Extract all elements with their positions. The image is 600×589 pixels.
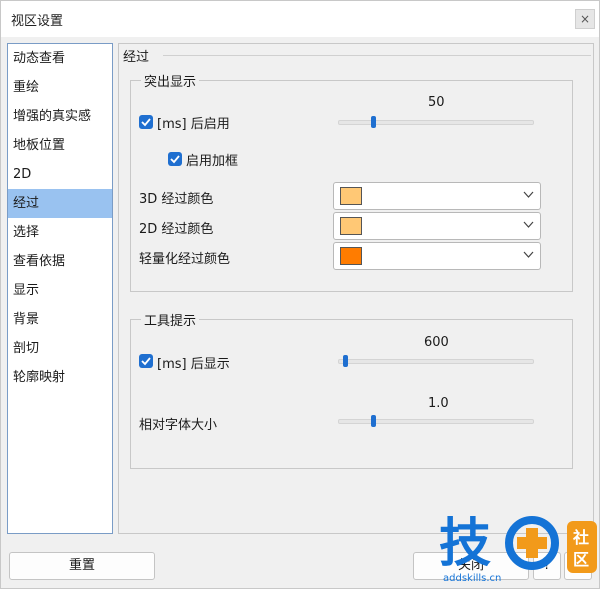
color-light-swatch bbox=[340, 247, 362, 265]
enable-after-slider[interactable] bbox=[338, 116, 534, 128]
settings-panel: 经过 突出显示 50 [ms] 后启用 启用加框 3D 经过颜色 2D 经过颜色 bbox=[118, 43, 594, 534]
highlight-group: 突出显示 50 [ms] 后启用 启用加框 3D 经过颜色 2D 经过颜色 轻量… bbox=[130, 71, 573, 292]
enable-after-label: [ms] 后启用 bbox=[157, 117, 230, 132]
chevron-down-icon bbox=[523, 221, 534, 228]
chevron-down-icon bbox=[523, 191, 534, 198]
close-icon[interactable]: × bbox=[575, 9, 595, 29]
sidebar-item-enhanced-realism[interactable]: 增强的真实感 bbox=[8, 102, 112, 131]
svg-text:社: 社 bbox=[572, 528, 589, 547]
color-light-label: 轻量化经过颜色 bbox=[139, 252, 231, 267]
enable-after-value: 50 bbox=[428, 95, 445, 110]
panel-divider bbox=[163, 55, 591, 56]
show-after-label: [ms] 后显示 bbox=[157, 357, 230, 372]
sidebar-item-background[interactable]: 背景 bbox=[8, 305, 112, 334]
settings-dialog: 视区设置 × 动态查看 重绘 增强的真实感 地板位置 2D 经过 选择 查看依据… bbox=[0, 0, 600, 589]
reset-button[interactable]: 重置 bbox=[9, 552, 155, 580]
title-bar: 视区设置 × bbox=[1, 1, 599, 37]
panel-title: 经过 bbox=[121, 46, 152, 65]
show-after-checkbox[interactable] bbox=[139, 354, 153, 368]
font-size-label: 相对字体大小 bbox=[139, 418, 218, 433]
window-title: 视区设置 bbox=[11, 14, 64, 29]
bbox-label: 启用加框 bbox=[186, 154, 239, 169]
category-list[interactable]: 动态查看 重绘 增强的真实感 地板位置 2D 经过 选择 查看依据 显示 背景 … bbox=[7, 43, 113, 534]
color-3d-label: 3D 经过颜色 bbox=[139, 192, 214, 207]
color-light-dropdown[interactable] bbox=[333, 242, 541, 270]
watermark-graphic: 技 社 区 addskills.cn bbox=[439, 514, 597, 584]
tooltip-group-title: 工具提示 bbox=[141, 310, 200, 329]
font-size-value: 1.0 bbox=[428, 396, 449, 411]
sidebar-item-navigation[interactable]: 动态查看 bbox=[8, 44, 112, 73]
sidebar-item-selection[interactable]: 选择 bbox=[8, 218, 112, 247]
sidebar-item-view-basis[interactable]: 查看依据 bbox=[8, 247, 112, 276]
tooltip-group: 工具提示 600 [ms] 后显示 1.0 相对字体大小 bbox=[130, 310, 573, 469]
highlight-group-title: 突出显示 bbox=[141, 71, 200, 90]
sidebar-item-hover[interactable]: 经过 bbox=[8, 189, 112, 218]
sidebar-item-section[interactable]: 剖切 bbox=[8, 334, 112, 363]
sidebar-item-redraw[interactable]: 重绘 bbox=[8, 73, 112, 102]
enable-after-slider-thumb[interactable] bbox=[371, 116, 376, 128]
font-size-slider-thumb[interactable] bbox=[371, 415, 376, 427]
sidebar-item-2d[interactable]: 2D bbox=[8, 160, 112, 189]
bbox-checkbox[interactable] bbox=[168, 152, 182, 166]
svg-text:技: 技 bbox=[439, 514, 491, 574]
color-2d-label: 2D 经过颜色 bbox=[139, 222, 214, 237]
color-2d-swatch bbox=[340, 217, 362, 235]
show-after-slider[interactable] bbox=[338, 355, 534, 367]
show-after-value: 600 bbox=[424, 335, 449, 350]
chevron-down-icon bbox=[523, 251, 534, 258]
sidebar-item-floor-position[interactable]: 地板位置 bbox=[8, 131, 112, 160]
enable-after-checkbox[interactable] bbox=[139, 115, 153, 129]
color-3d-swatch bbox=[340, 187, 362, 205]
svg-text:addskills.cn: addskills.cn bbox=[443, 573, 501, 584]
color-2d-dropdown[interactable] bbox=[333, 212, 541, 240]
sidebar-item-display[interactable]: 显示 bbox=[8, 276, 112, 305]
font-size-slider[interactable] bbox=[338, 415, 534, 427]
color-3d-dropdown[interactable] bbox=[333, 182, 541, 210]
show-after-slider-thumb[interactable] bbox=[343, 355, 348, 367]
svg-text:区: 区 bbox=[573, 550, 589, 569]
watermark-logo: 技 社 区 addskills.cn bbox=[437, 509, 599, 585]
sidebar-item-outline-mapping[interactable]: 轮廓映射 bbox=[8, 363, 112, 392]
